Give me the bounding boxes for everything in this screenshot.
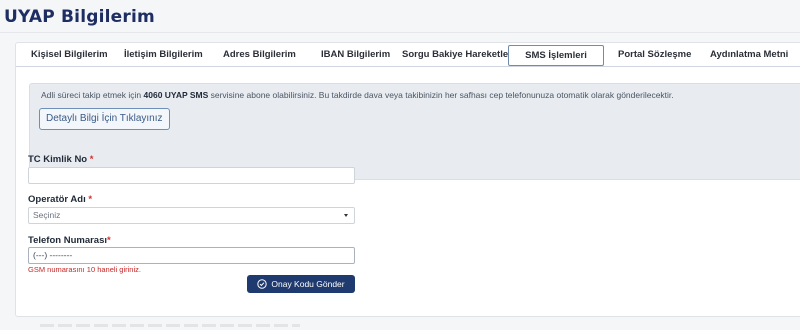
operator-label-text: Operatör Adı (28, 194, 86, 205)
phone-error-message: GSM numarasını 10 haneli giriniz. (28, 265, 141, 274)
phone-input[interactable]: (---) -------- (28, 247, 355, 264)
send-code-button[interactable]: Onay Kodu Gönder (247, 275, 355, 293)
page-title: UYAP Bilgilerim (4, 7, 155, 27)
check-circle-icon (257, 279, 268, 289)
phone-label: Telefon Numarası* (28, 235, 111, 246)
tab-kisisel-bilgilerim[interactable]: Kişisel Bilgilerim (31, 45, 108, 67)
info-text-part: Adli süreci takip etmek için (41, 90, 144, 100)
tc-input[interactable] (28, 167, 355, 184)
detail-info-button[interactable]: Detaylı Bilgi İçin Tıklayınız (39, 108, 170, 130)
tab-sorgu-bakiye-hareketleri[interactable]: Sorgu Bakiye Hareketleri (402, 45, 514, 67)
send-code-label: Onay Kodu Gönder (271, 279, 345, 289)
tc-label: TC Kimlik No * (28, 154, 93, 165)
required-marker: * (107, 235, 111, 246)
info-service-code: 4060 UYAP SMS (143, 90, 209, 100)
tab-sms-islemleri[interactable]: SMS İşlemleri (508, 45, 604, 66)
sms-info-text: Adli süreci takip etmek için 4060 UYAP S… (41, 90, 674, 100)
operator-select[interactable]: Seçiniz (28, 207, 355, 224)
info-text-part: servisine abone olabilirsiniz. Bu takdir… (208, 90, 674, 100)
tab-iletisim-bilgilerim[interactable]: İletişim Bilgilerim (124, 45, 203, 67)
title-divider (0, 32, 800, 33)
required-marker: * (89, 154, 94, 165)
phone-label-text: Telefon Numarası (28, 235, 108, 246)
tab-iban-bilgilerim[interactable]: IBAN Bilgilerim (321, 45, 390, 67)
operator-label: Operatör Adı * (28, 194, 92, 205)
content-card: Kişisel Bilgilerim İletişim Bilgilerim A… (15, 42, 800, 317)
tab-aydinlatma-metni[interactable]: Aydınlatma Metni (710, 45, 788, 67)
required-marker: * (88, 194, 93, 205)
tab-adres-bilgilerim[interactable]: Adres Bilgilerim (223, 45, 296, 67)
operator-selected-value: Seçiniz (33, 210, 61, 220)
tc-label-text: TC Kimlik No (28, 154, 88, 165)
caret-down-icon (344, 214, 348, 217)
tab-bar: Kişisel Bilgilerim İletişim Bilgilerim A… (16, 43, 800, 67)
tab-portal-sozlesme[interactable]: Portal Sözleşme (618, 45, 691, 67)
faint-footer-text (40, 324, 300, 327)
sms-info-box: Adli süreci takip etmek için 4060 UYAP S… (29, 83, 800, 180)
